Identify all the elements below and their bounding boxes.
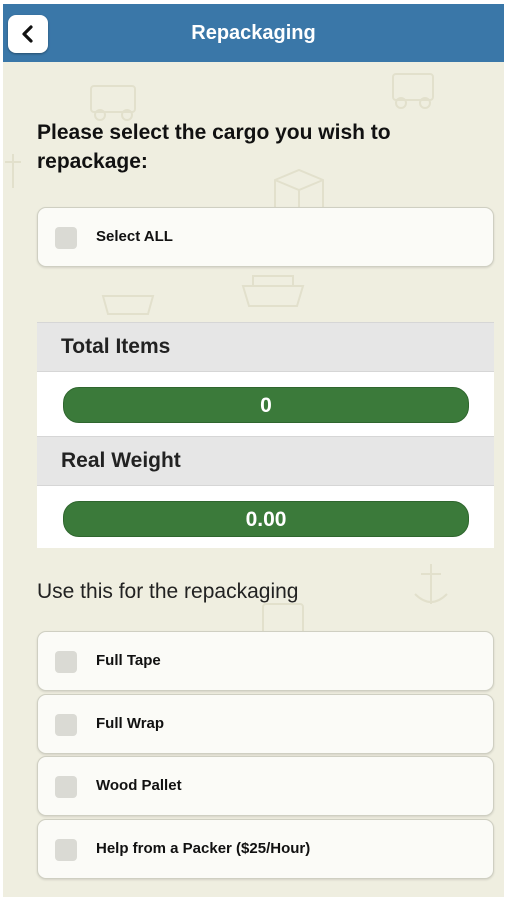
cargo-prompt: Please select the cargo you wish to repa… (37, 121, 391, 173)
real-weight-header: Real Weight (37, 436, 494, 486)
checkbox-icon[interactable] (55, 651, 77, 673)
chevron-left-icon (22, 25, 33, 43)
option-full-wrap[interactable]: Full Wrap (37, 694, 494, 754)
option-label: Full Wrap (96, 715, 165, 732)
app-screen: Repackaging Please select the cargo you … (3, 4, 504, 897)
total-items-header: Total Items (37, 322, 494, 372)
checkbox-icon[interactable] (55, 839, 77, 861)
options-heading: Use this for the repackaging (37, 580, 299, 603)
cargo-summary: Total Items 0 Real Weight 0.00 (37, 322, 494, 548)
select-all-label: Select ALL (96, 228, 173, 245)
option-full-tape[interactable]: Full Tape (37, 631, 494, 691)
checkbox-icon[interactable] (55, 776, 77, 798)
option-label: Wood Pallet (96, 777, 182, 794)
option-label: Full Tape (96, 652, 161, 669)
checkbox-icon[interactable] (55, 714, 77, 736)
option-help-from-packer[interactable]: Help from a Packer ($25/Hour) (37, 819, 494, 879)
top-bar: Repackaging (3, 4, 504, 62)
option-label: Help from a Packer ($25/Hour) (96, 840, 311, 857)
total-items-value: 0 (63, 387, 469, 423)
total-items-label: Total Items (61, 335, 171, 358)
real-weight-label: Real Weight (61, 449, 181, 472)
checkbox-icon[interactable] (55, 227, 77, 249)
select-all-checkbox[interactable]: Select ALL (37, 207, 494, 267)
back-button[interactable] (8, 15, 48, 53)
page-title: Repackaging (191, 22, 316, 44)
real-weight-value: 0.00 (63, 501, 469, 537)
option-wood-pallet[interactable]: Wood Pallet (37, 756, 494, 816)
